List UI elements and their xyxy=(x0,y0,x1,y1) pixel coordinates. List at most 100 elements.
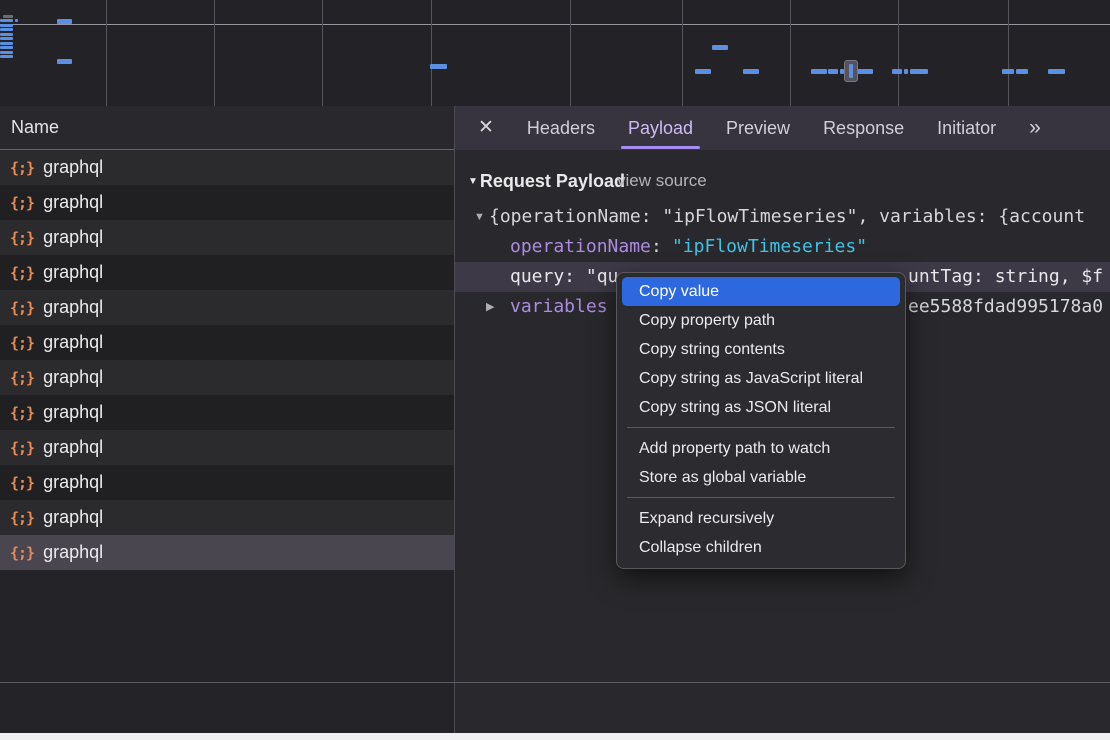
request-name-label: graphql xyxy=(43,262,103,283)
more-tabs-icon[interactable]: » xyxy=(1029,116,1039,140)
json-braces-icon: {;} xyxy=(10,439,34,457)
request-timing-bar xyxy=(1016,69,1028,74)
json-plain-text: {operationName: "ipFlowTimeseries", vari… xyxy=(489,202,1085,232)
table-row[interactable]: {;} graphql xyxy=(0,220,454,255)
menu-item-collapse-children[interactable]: Collapse children xyxy=(622,533,900,562)
json-braces-icon: {;} xyxy=(10,509,34,527)
json-key-text: variables xyxy=(510,292,608,322)
menu-item-copy-string-as-json-literal[interactable]: Copy string as JSON literal xyxy=(622,393,900,422)
request-timing-bar xyxy=(857,69,873,74)
timeline-gridline xyxy=(322,0,323,106)
devtools-network-panel: Name {;} graphql {;} graphql {;} graphql {;} gr… xyxy=(0,0,1110,740)
request-timing-bar xyxy=(0,28,13,31)
request-timing-bar xyxy=(712,45,728,50)
json-string-text: "ipFlowTimeseries" xyxy=(672,232,867,262)
request-timing-bar xyxy=(904,69,908,74)
table-row[interactable]: {;} graphql xyxy=(0,290,454,325)
json-key-text: operationName xyxy=(510,232,651,262)
context-menu: Copy valueCopy property pathCopy string … xyxy=(616,272,906,569)
request-name-label: graphql xyxy=(43,297,103,318)
request-timing-bar xyxy=(0,19,13,22)
menu-item-copy-string-as-javascript-literal[interactable]: Copy string as JavaScript literal xyxy=(622,364,900,393)
menu-item-copy-value[interactable]: Copy value xyxy=(622,277,900,306)
request-timing-bar xyxy=(15,19,18,22)
request-timing-bar xyxy=(811,69,827,74)
details-tab-bar: ✕ Headers Payload Preview Response Initiator… xyxy=(455,106,1110,150)
table-row[interactable]: {;} graphql xyxy=(0,465,454,500)
table-row[interactable]: {;}graphql xyxy=(0,150,454,185)
json-braces-icon: {;} xyxy=(10,194,34,212)
page-background-strip xyxy=(0,733,1110,740)
tab-preview[interactable]: Preview xyxy=(726,106,790,150)
requests-list-panel: Name {;} graphql {;} graphql {;} graphql {;} gr… xyxy=(0,106,454,733)
request-timing-bar xyxy=(0,46,13,49)
request-name-label: graphql xyxy=(43,227,103,248)
tab-payload[interactable]: Payload xyxy=(628,106,693,150)
json-selected-text: untTag: string, $f xyxy=(908,262,1103,292)
request-timing-bar xyxy=(57,19,72,24)
menu-item-add-property-path-to-watch[interactable]: Add property path to watch xyxy=(622,434,900,463)
table-row[interactable]: {;}graphql xyxy=(0,255,454,290)
view-source-link[interactable]: view source xyxy=(617,166,707,196)
collapse-caret-icon[interactable]: ▼ xyxy=(468,176,478,187)
menu-item-copy-string-contents[interactable]: Copy string contents xyxy=(622,335,900,364)
network-overview-timeline[interactable] xyxy=(0,0,1110,106)
timeline-marker-bar xyxy=(849,64,853,78)
timeline-baseline xyxy=(0,24,1110,25)
json-braces-icon: {;} xyxy=(10,299,34,317)
request-timing-bar xyxy=(0,51,13,54)
timeline-gridline xyxy=(1008,0,1009,106)
json-tree-row[interactable]: operationName: "ipFlowTimeseries" xyxy=(455,232,1110,262)
name-column-label: Name xyxy=(11,117,59,138)
request-timing-bar xyxy=(3,15,13,18)
request-timing-bar xyxy=(0,55,13,58)
request-name-label: graphql xyxy=(43,332,103,353)
json-tree-row[interactable]: ▼{operationName: "ipFlowTimeseries", var… xyxy=(455,202,1110,232)
json-braces-icon: {;} xyxy=(10,229,34,247)
timeline-gridline xyxy=(570,0,571,106)
json-braces-icon: {;} xyxy=(10,334,34,352)
table-row[interactable]: {;} graphql xyxy=(0,430,454,465)
menu-separator xyxy=(627,427,895,428)
json-braces-icon: {;} xyxy=(10,544,34,562)
request-timing-bar xyxy=(910,69,928,74)
timeline-gridline xyxy=(898,0,899,106)
request-payload-section-header[interactable]: ▼ Request Payload view source xyxy=(455,166,1110,196)
request-name-label: graphql xyxy=(43,542,103,563)
request-name-label: graphql xyxy=(43,507,103,528)
menu-item-expand-recursively[interactable]: Expand recursively xyxy=(622,504,900,533)
table-row[interactable]: {;}graphql xyxy=(0,185,454,220)
request-name-label: graphql xyxy=(43,437,103,458)
request-name-label: graphql xyxy=(43,402,103,423)
menu-item-store-as-global-variable[interactable]: Store as global variable xyxy=(622,463,900,492)
expander-arrow-icon[interactable]: ▼ xyxy=(474,202,485,232)
json-braces-icon: {;} xyxy=(10,404,34,422)
menu-item-copy-property-path[interactable]: Copy property path xyxy=(622,306,900,335)
timeline-gridline xyxy=(682,0,683,106)
json-braces-icon: {;} xyxy=(10,474,34,492)
table-row[interactable]: {;}graphql xyxy=(0,360,454,395)
request-name-label: graphql xyxy=(43,472,103,493)
request-timing-bar xyxy=(0,37,13,40)
close-icon[interactable]: ✕ xyxy=(478,106,494,150)
table-row[interactable]: {;} graphql xyxy=(0,500,454,535)
expander-arrow-icon[interactable]: ▶ xyxy=(486,292,494,322)
table-row[interactable]: {;} graphql xyxy=(0,395,454,430)
json-plain-text: : xyxy=(651,232,673,262)
request-timing-bar xyxy=(430,64,447,69)
timeline-gridline xyxy=(431,0,432,106)
timeline-hover-marker[interactable] xyxy=(844,60,858,82)
request-timing-bar xyxy=(0,42,13,45)
table-row[interactable]: {;} graphql xyxy=(0,325,454,360)
menu-separator xyxy=(627,497,895,498)
timeline-gridline xyxy=(106,0,107,106)
tab-initiator[interactable]: Initiator xyxy=(937,106,996,150)
tab-response[interactable]: Response xyxy=(823,106,904,150)
tab-headers[interactable]: Headers xyxy=(527,106,595,150)
table-row[interactable]: {;} graphql xyxy=(0,535,454,570)
request-timing-bar xyxy=(57,59,72,64)
request-timing-bar xyxy=(695,69,711,74)
name-column-header[interactable]: Name xyxy=(0,106,454,150)
request-name-label: graphql xyxy=(43,367,103,388)
request-timing-bar xyxy=(1002,69,1014,74)
